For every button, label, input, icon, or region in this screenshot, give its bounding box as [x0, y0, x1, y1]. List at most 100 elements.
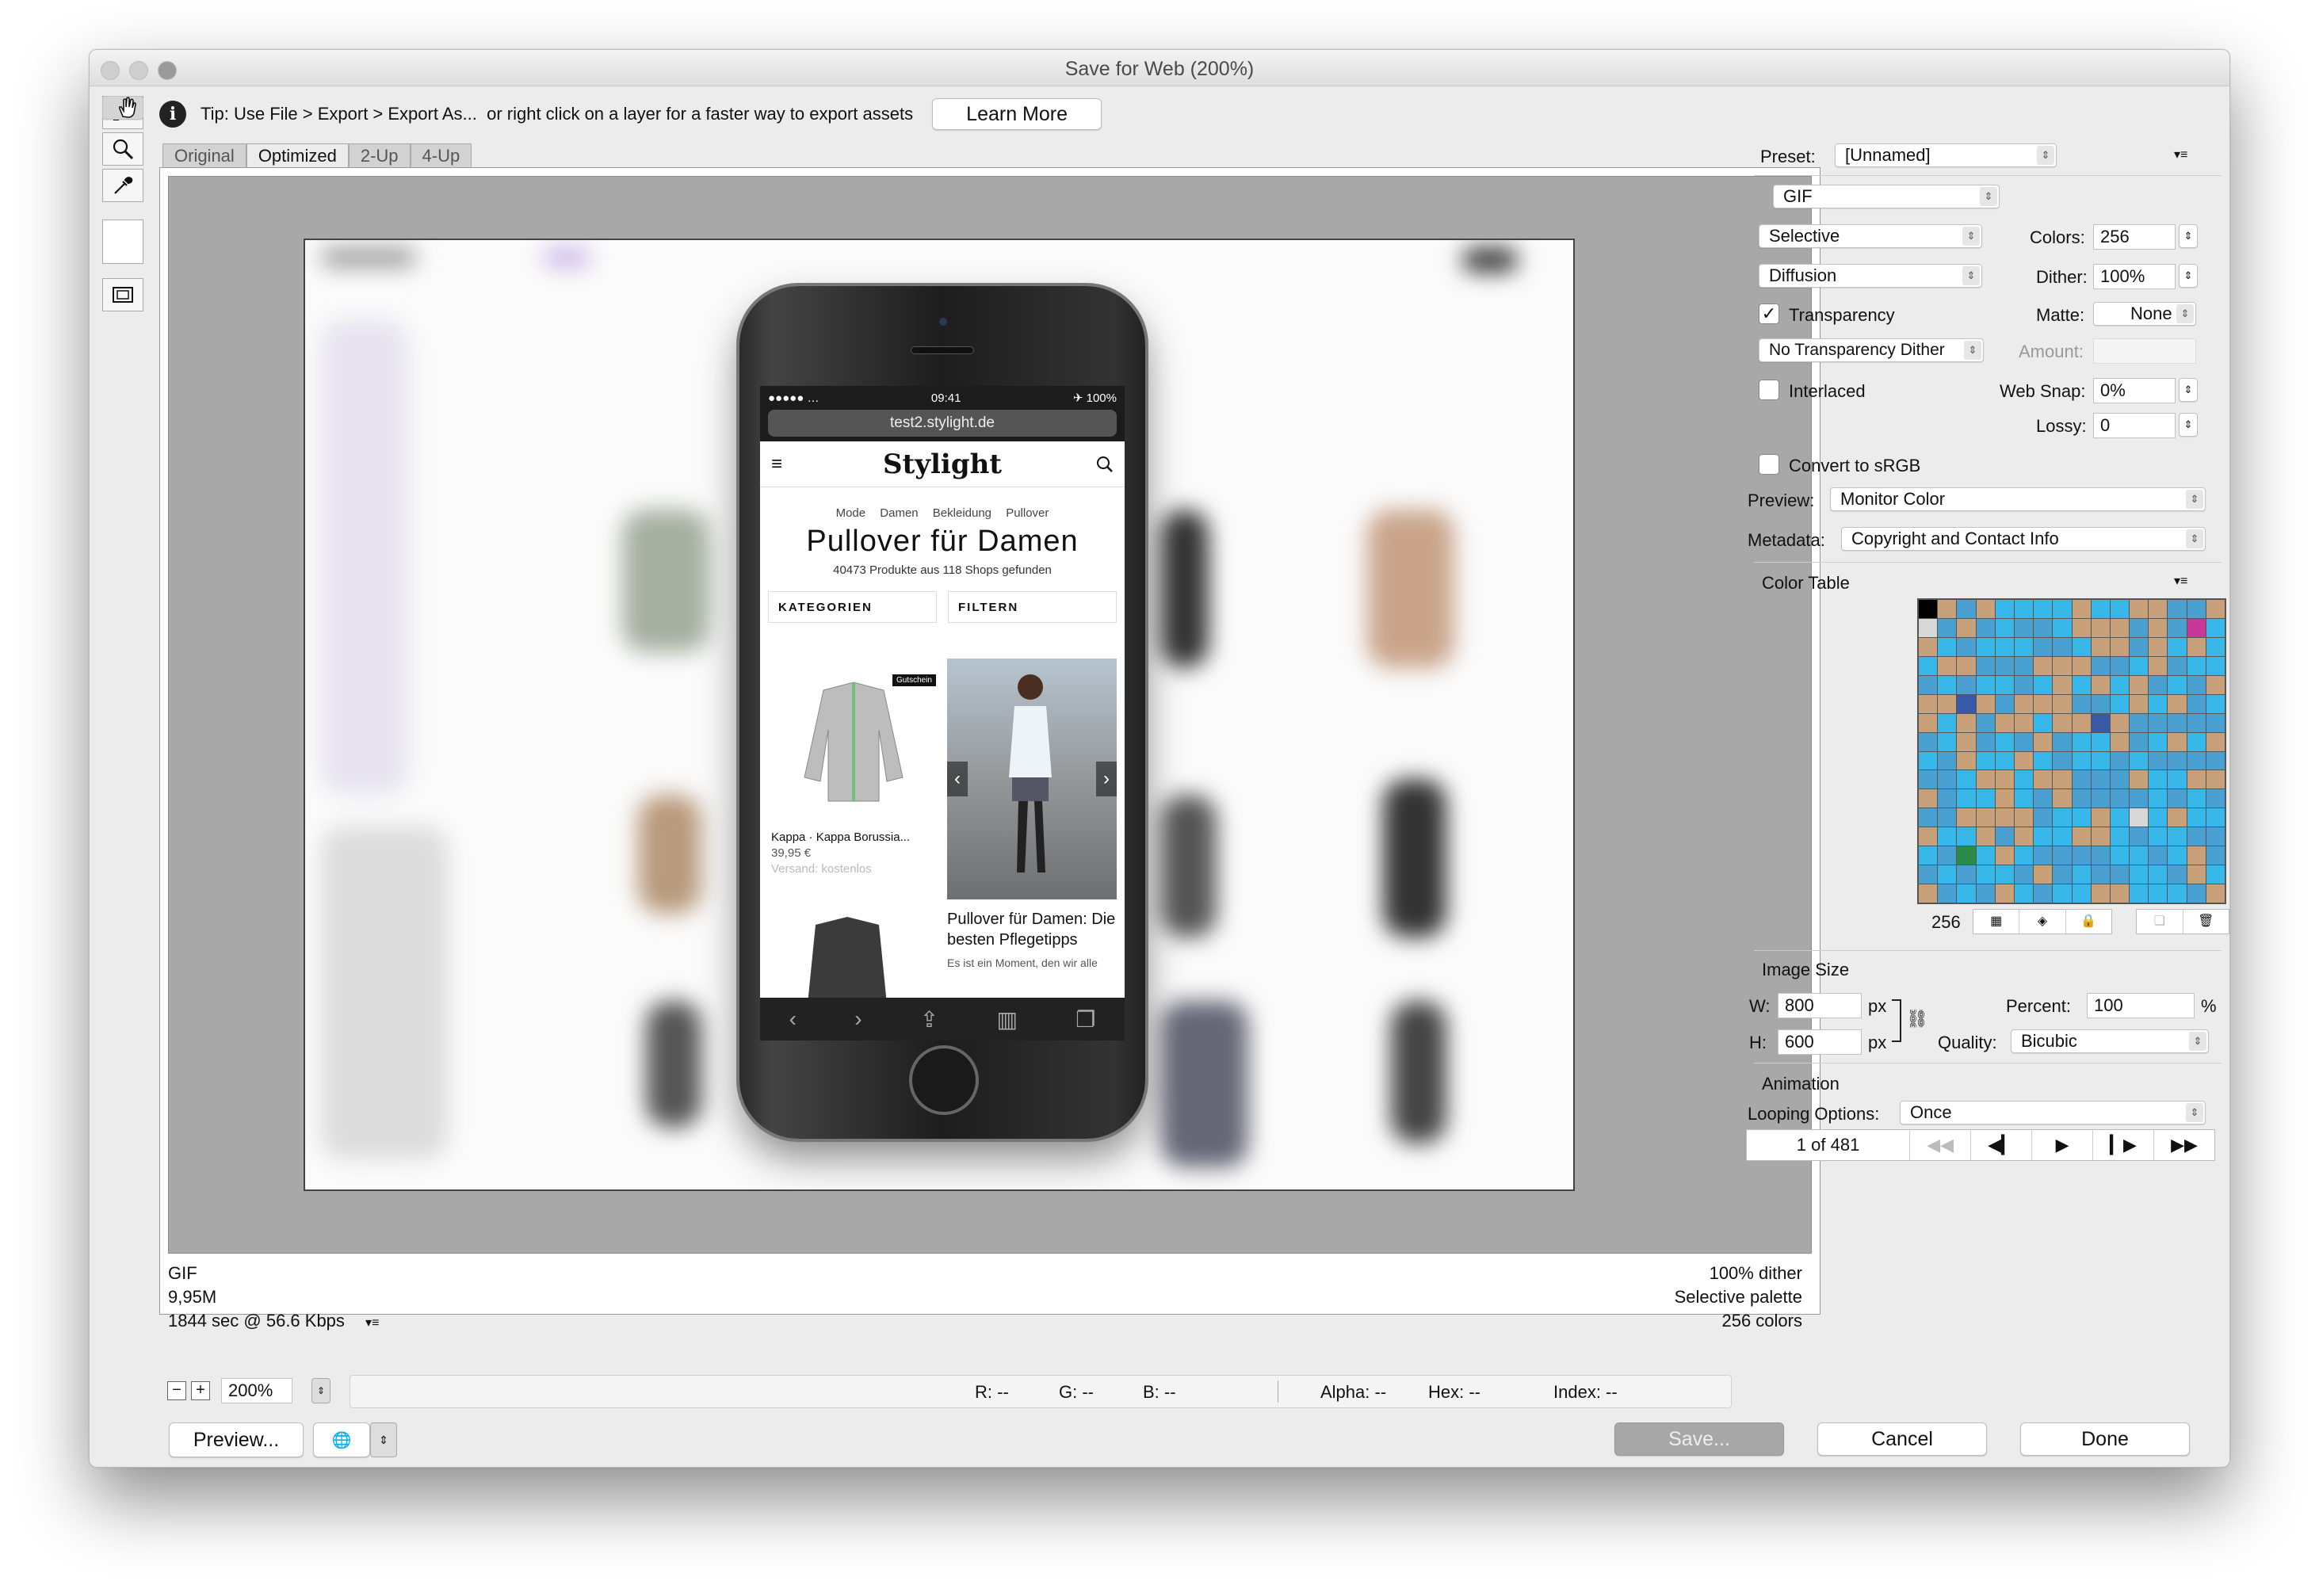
color-swatch[interactable] [2187, 675, 2206, 694]
color-swatch[interactable] [2187, 637, 2206, 656]
color-swatch[interactable] [1995, 732, 2014, 751]
quality-select[interactable]: Bicubic ⇕ [2011, 1029, 2209, 1053]
color-swatch[interactable] [2091, 770, 2110, 789]
color-swatch[interactable] [1919, 732, 1938, 751]
color-swatch[interactable] [2053, 694, 2072, 713]
color-swatch[interactable] [2034, 808, 2053, 827]
color-swatch[interactable] [2072, 637, 2091, 656]
zoom-stepper-icon[interactable]: ⇕ [311, 1378, 330, 1403]
color-swatch[interactable] [2206, 865, 2225, 884]
color-swatch[interactable] [1919, 713, 1938, 732]
color-swatch[interactable] [1957, 865, 1976, 884]
zoom-tool-icon[interactable] [102, 132, 143, 166]
previous-frame-icon[interactable]: ◀▎ [1970, 1130, 2031, 1160]
color-swatch[interactable] [2110, 600, 2130, 618]
tab-4-up[interactable]: 4-Up [410, 143, 472, 167]
color-swatch[interactable] [2014, 618, 2034, 637]
color-swatch[interactable] [2034, 770, 2053, 789]
color-swatch[interactable] [1919, 865, 1938, 884]
color-swatch[interactable] [1976, 618, 1995, 637]
color-swatch[interactable] [2072, 789, 2091, 808]
color-swatch[interactable] [1957, 770, 1976, 789]
color-swatch[interactable] [2014, 865, 2034, 884]
color-table-grid[interactable] [1917, 598, 2226, 904]
color-swatch[interactable] [2168, 713, 2187, 732]
color-swatch[interactable] [2130, 675, 2149, 694]
color-swatch[interactable] [1957, 600, 1976, 618]
last-frame-icon[interactable]: ▶▶ [2153, 1130, 2214, 1160]
color-swatch[interactable] [2091, 865, 2110, 884]
color-swatch[interactable] [2206, 694, 2225, 713]
color-swatch[interactable] [1919, 675, 1938, 694]
color-swatch[interactable] [1938, 770, 1957, 789]
color-table-menu-icon[interactable]: ▾≡ [2174, 573, 2187, 589]
color-swatch[interactable] [1938, 637, 1957, 656]
color-swatch[interactable] [1919, 808, 1938, 827]
color-swatch[interactable] [1995, 637, 2014, 656]
color-swatch[interactable] [2014, 732, 2034, 751]
color-swatch[interactable] [2187, 732, 2206, 751]
color-swatch[interactable] [2187, 808, 2206, 827]
color-swatch[interactable] [1976, 675, 1995, 694]
color-swatch[interactable] [1976, 732, 1995, 751]
done-button[interactable]: Done [2020, 1422, 2190, 1456]
color-swatch[interactable] [1919, 637, 1938, 656]
color-swatch[interactable] [2091, 656, 2110, 675]
color-swatch[interactable] [1976, 808, 1995, 827]
color-swatch[interactable] [2014, 827, 2034, 846]
color-swatch[interactable] [2168, 618, 2187, 637]
color-swatch[interactable] [1919, 884, 1938, 903]
color-swatch[interactable] [2053, 865, 2072, 884]
color-swatch[interactable] [2206, 618, 2225, 637]
color-swatch[interactable] [2034, 789, 2053, 808]
color-swatch[interactable] [1957, 808, 1976, 827]
color-swatch[interactable] [2187, 789, 2206, 808]
color-swatch[interactable] [2187, 846, 2206, 865]
color-swatch[interactable] [2149, 600, 2168, 618]
color-swatch[interactable] [2149, 865, 2168, 884]
color-swatch[interactable] [1938, 656, 1957, 675]
color-swatch[interactable] [2091, 808, 2110, 827]
color-swatch[interactable] [2034, 694, 2053, 713]
color-swatch[interactable] [1938, 600, 1957, 618]
color-swatch[interactable] [2014, 713, 2034, 732]
color-swatch[interactable] [2110, 694, 2130, 713]
color-swatch[interactable] [2149, 846, 2168, 865]
color-swatch[interactable] [1957, 751, 1976, 770]
color-swatch[interactable] [1976, 600, 1995, 618]
toggle-slices-icon[interactable] [102, 278, 143, 311]
color-swatch[interactable] [2091, 884, 2110, 903]
color-swatch[interactable] [2034, 713, 2053, 732]
color-swatch[interactable] [1957, 846, 1976, 865]
color-swatch[interactable] [2168, 884, 2187, 903]
color-swatch[interactable] [2110, 846, 2130, 865]
color-swatch[interactable] [2168, 694, 2187, 713]
color-swatch[interactable] [1995, 675, 2014, 694]
color-swatch[interactable] [2110, 637, 2130, 656]
color-swatch[interactable] [2187, 865, 2206, 884]
color-swatch[interactable] [1938, 827, 1957, 846]
color-swatch[interactable] [1938, 618, 1957, 637]
color-swatch[interactable] [1938, 694, 1957, 713]
tab-2-up[interactable]: 2-Up [348, 143, 411, 167]
constrain-proportions-icon[interactable]: ⛓ [1906, 1009, 1928, 1029]
color-swatch[interactable] [2014, 884, 2034, 903]
color-swatch[interactable] [1995, 884, 2014, 903]
web-shift-icon[interactable]: ◈ [2019, 910, 2066, 934]
color-swatch[interactable] [2149, 808, 2168, 827]
color-swatch[interactable] [1995, 751, 2014, 770]
color-swatch[interactable] [2168, 675, 2187, 694]
color-swatch[interactable] [2187, 600, 2206, 618]
color-swatch[interactable] [1938, 865, 1957, 884]
color-swatch[interactable] [2091, 637, 2110, 656]
color-swatch[interactable] [2149, 732, 2168, 751]
color-swatch[interactable] [2206, 808, 2225, 827]
color-swatch[interactable] [1976, 789, 1995, 808]
color-swatch[interactable] [2053, 656, 2072, 675]
web-snap-field[interactable]: 0% [2093, 378, 2176, 403]
color-swatch[interactable] [2014, 770, 2034, 789]
menu-icon[interactable]: ▾≡ [365, 1316, 379, 1330]
color-swatch[interactable] [2206, 637, 2225, 656]
color-swatch[interactable] [2206, 600, 2225, 618]
color-swatch[interactable] [2053, 637, 2072, 656]
